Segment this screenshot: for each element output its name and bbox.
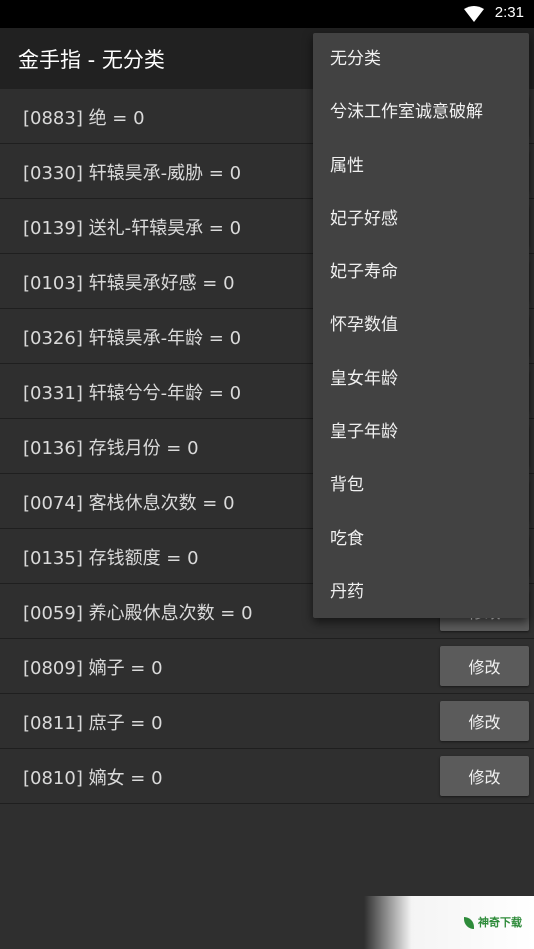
menu-item-consort-favor[interactable]: 妃子好感 <box>313 193 529 246</box>
cheat-label: [0139] 送礼-轩辕昊承 = 0 <box>23 218 242 239</box>
cheat-label: [0809] 嫡子 = 0 <box>23 658 163 679</box>
cheat-label: [0331] 轩辕兮兮-年龄 = 0 <box>23 383 242 404</box>
cheat-label: [0330] 轩辕昊承-威胁 = 0 <box>23 163 242 184</box>
menu-item-pregnancy[interactable]: 怀孕数值 <box>313 299 529 352</box>
cheat-label: [0810] 嫡女 = 0 <box>23 768 163 789</box>
cheat-label: [0074] 客栈休息次数 = 0 <box>23 493 235 514</box>
cheat-label: [0326] 轩辕昊承-年龄 = 0 <box>23 328 242 349</box>
menu-item-princess-age[interactable]: 皇女年龄 <box>313 353 529 406</box>
cheat-label: [0059] 养心殿休息次数 = 0 <box>23 603 253 624</box>
watermark-text: 神奇下载 <box>478 916 522 929</box>
menu-item-pills[interactable]: 丹药 <box>313 566 529 619</box>
status-time: 2:31 <box>494 4 524 21</box>
watermark: 神奇下载 <box>364 896 534 949</box>
wifi-icon <box>464 6 484 22</box>
modify-button[interactable]: 修改 <box>440 701 529 741</box>
cheat-row: [0810] 嫡女 = 0 修改 <box>0 749 534 804</box>
cheat-row: [0809] 嫡子 = 0 修改 <box>0 639 534 694</box>
menu-item-backpack[interactable]: 背包 <box>313 459 529 512</box>
cheat-label: [0811] 庶子 = 0 <box>23 713 163 734</box>
menu-item-food[interactable]: 吃食 <box>313 513 529 566</box>
cheat-label: [0883] 绝 = 0 <box>23 108 145 129</box>
menu-item-attributes[interactable]: 属性 <box>313 140 529 193</box>
cheat-label: [0103] 轩辕昊承好感 = 0 <box>23 273 235 294</box>
leaf-icon <box>464 917 474 929</box>
modify-button[interactable]: 修改 <box>440 756 529 796</box>
modify-button[interactable]: 修改 <box>440 646 529 686</box>
menu-item-uncategorized[interactable]: 无分类 <box>313 33 529 86</box>
page-title: 金手指 - 无分类 <box>18 48 165 72</box>
menu-item-studio-crack[interactable]: 兮沫工作室诚意破解 <box>313 86 529 139</box>
cheat-label: [0136] 存钱月份 = 0 <box>23 438 199 459</box>
watermark-logo: 神奇下载 <box>464 914 522 930</box>
menu-item-prince-age[interactable]: 皇子年龄 <box>313 406 529 459</box>
status-bar: 2:31 <box>0 0 534 28</box>
cheat-label: [0135] 存钱额度 = 0 <box>23 548 199 569</box>
cheat-row: [0811] 庶子 = 0 修改 <box>0 694 534 749</box>
category-menu: 无分类 兮沫工作室诚意破解 属性 妃子好感 妃子寿命 怀孕数值 皇女年龄 皇子年… <box>313 33 529 618</box>
menu-item-consort-lifespan[interactable]: 妃子寿命 <box>313 246 529 299</box>
